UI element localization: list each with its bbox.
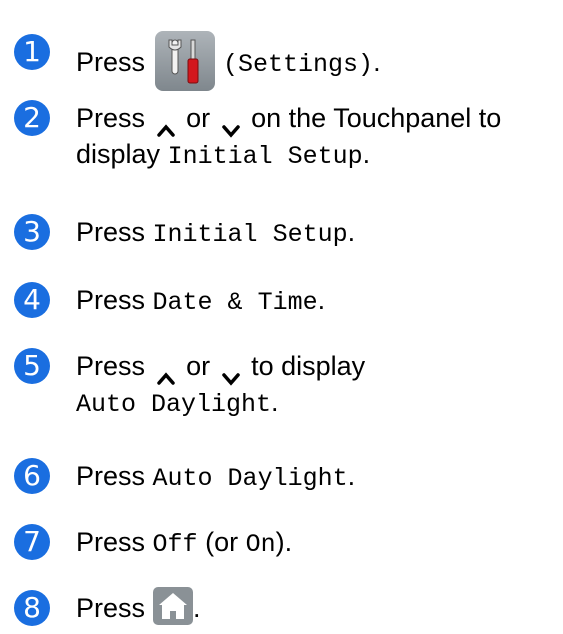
step-text: Press Initial Setup.	[76, 217, 356, 249]
step-number: 7	[14, 524, 50, 560]
step-number: 4	[14, 282, 50, 318]
step-text: Press Auto Daylight.	[76, 461, 356, 493]
option-on: On	[245, 530, 276, 559]
menu-item-initial-setup: Initial Setup	[152, 220, 348, 249]
step-text: Press .	[76, 586, 201, 629]
chevron-up-icon	[156, 359, 175, 385]
menu-item-auto-daylight: Auto Daylight	[76, 390, 272, 419]
menu-item-auto-daylight: Auto Daylight	[152, 464, 348, 493]
chevron-up-icon	[156, 111, 175, 137]
step-number: 5	[14, 348, 50, 384]
step-text: Press Date & Time.	[76, 285, 326, 317]
settings-icon[interactable]	[155, 31, 216, 91]
chevron-down-icon	[221, 359, 240, 386]
step-text: Press (Settings).	[76, 31, 381, 94]
chevron-down-icon	[221, 111, 240, 138]
step-number: 2	[14, 100, 50, 136]
menu-item-date-time: Date & Time	[152, 288, 318, 317]
step-text: Press Off (or On).	[76, 527, 293, 559]
press-word: Press	[76, 47, 146, 78]
menu-item-initial-setup: Initial Setup	[167, 142, 363, 171]
step-number: 8	[14, 590, 50, 626]
option-off: Off	[152, 530, 198, 559]
step-number: 3	[14, 214, 50, 250]
step-text: Press or on the Touchpanel to display In…	[76, 103, 502, 171]
step-text: Press or to display Auto Daylight.	[76, 351, 366, 419]
home-icon[interactable]	[153, 586, 194, 625]
settings-label: (Settings)	[223, 50, 374, 80]
step-number: 1	[14, 34, 50, 70]
step-number: 6	[14, 458, 50, 494]
